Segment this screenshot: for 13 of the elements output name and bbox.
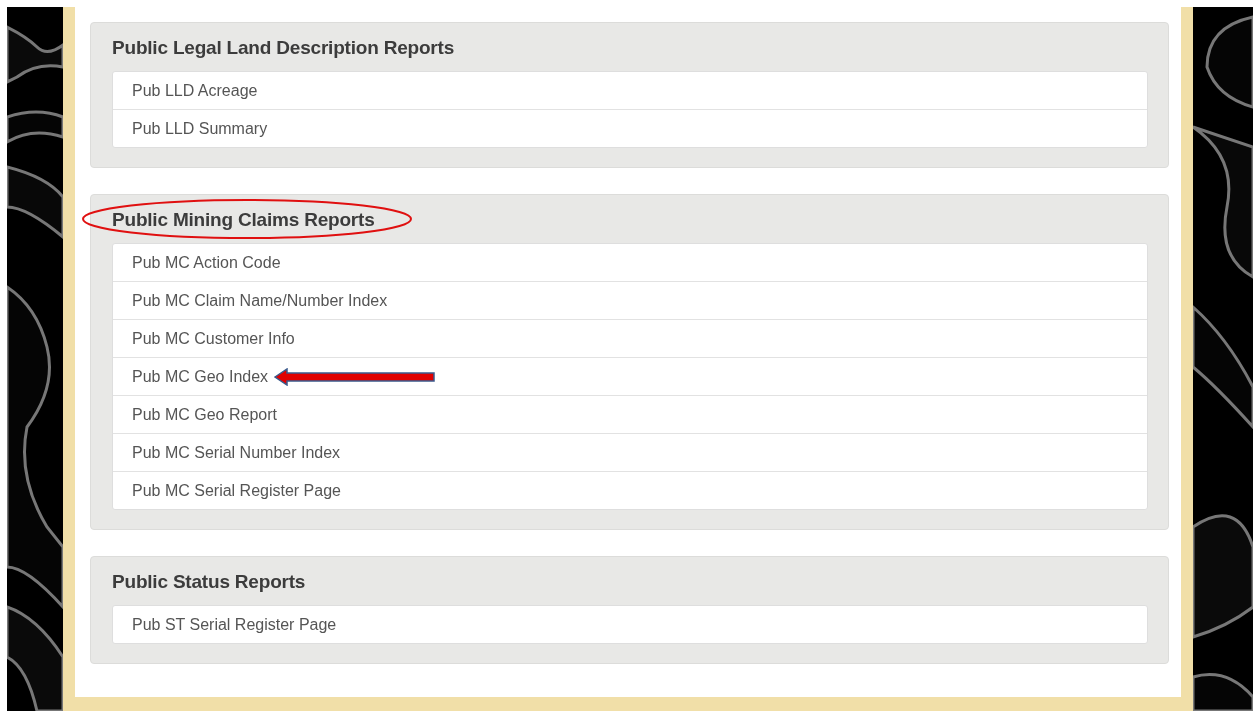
report-link[interactable]: Pub MC Geo Index (132, 367, 269, 386)
panel-title: Public Legal Land Description Reports (112, 37, 455, 59)
report-link[interactable]: Pub MC Customer Info (132, 329, 295, 348)
report-link[interactable]: Pub LLD Acreage (132, 81, 258, 100)
report-link[interactable]: Pub ST Serial Register Page (132, 615, 337, 634)
report-link[interactable]: Pub MC Claim Name/Number Index (132, 291, 388, 310)
panel-title: Public Status Reports (112, 571, 306, 593)
report-link[interactable]: Pub MC Serial Number Index (132, 443, 341, 462)
report-link[interactable]: Pub MC Serial Register Page (132, 481, 341, 500)
report-link[interactable]: Pub LLD Summary (132, 119, 268, 138)
report-link[interactable]: Pub MC Geo Report (132, 405, 277, 424)
panel-title: Public Mining Claims Reports (112, 209, 375, 231)
report-link[interactable]: Pub MC Action Code (132, 253, 281, 272)
